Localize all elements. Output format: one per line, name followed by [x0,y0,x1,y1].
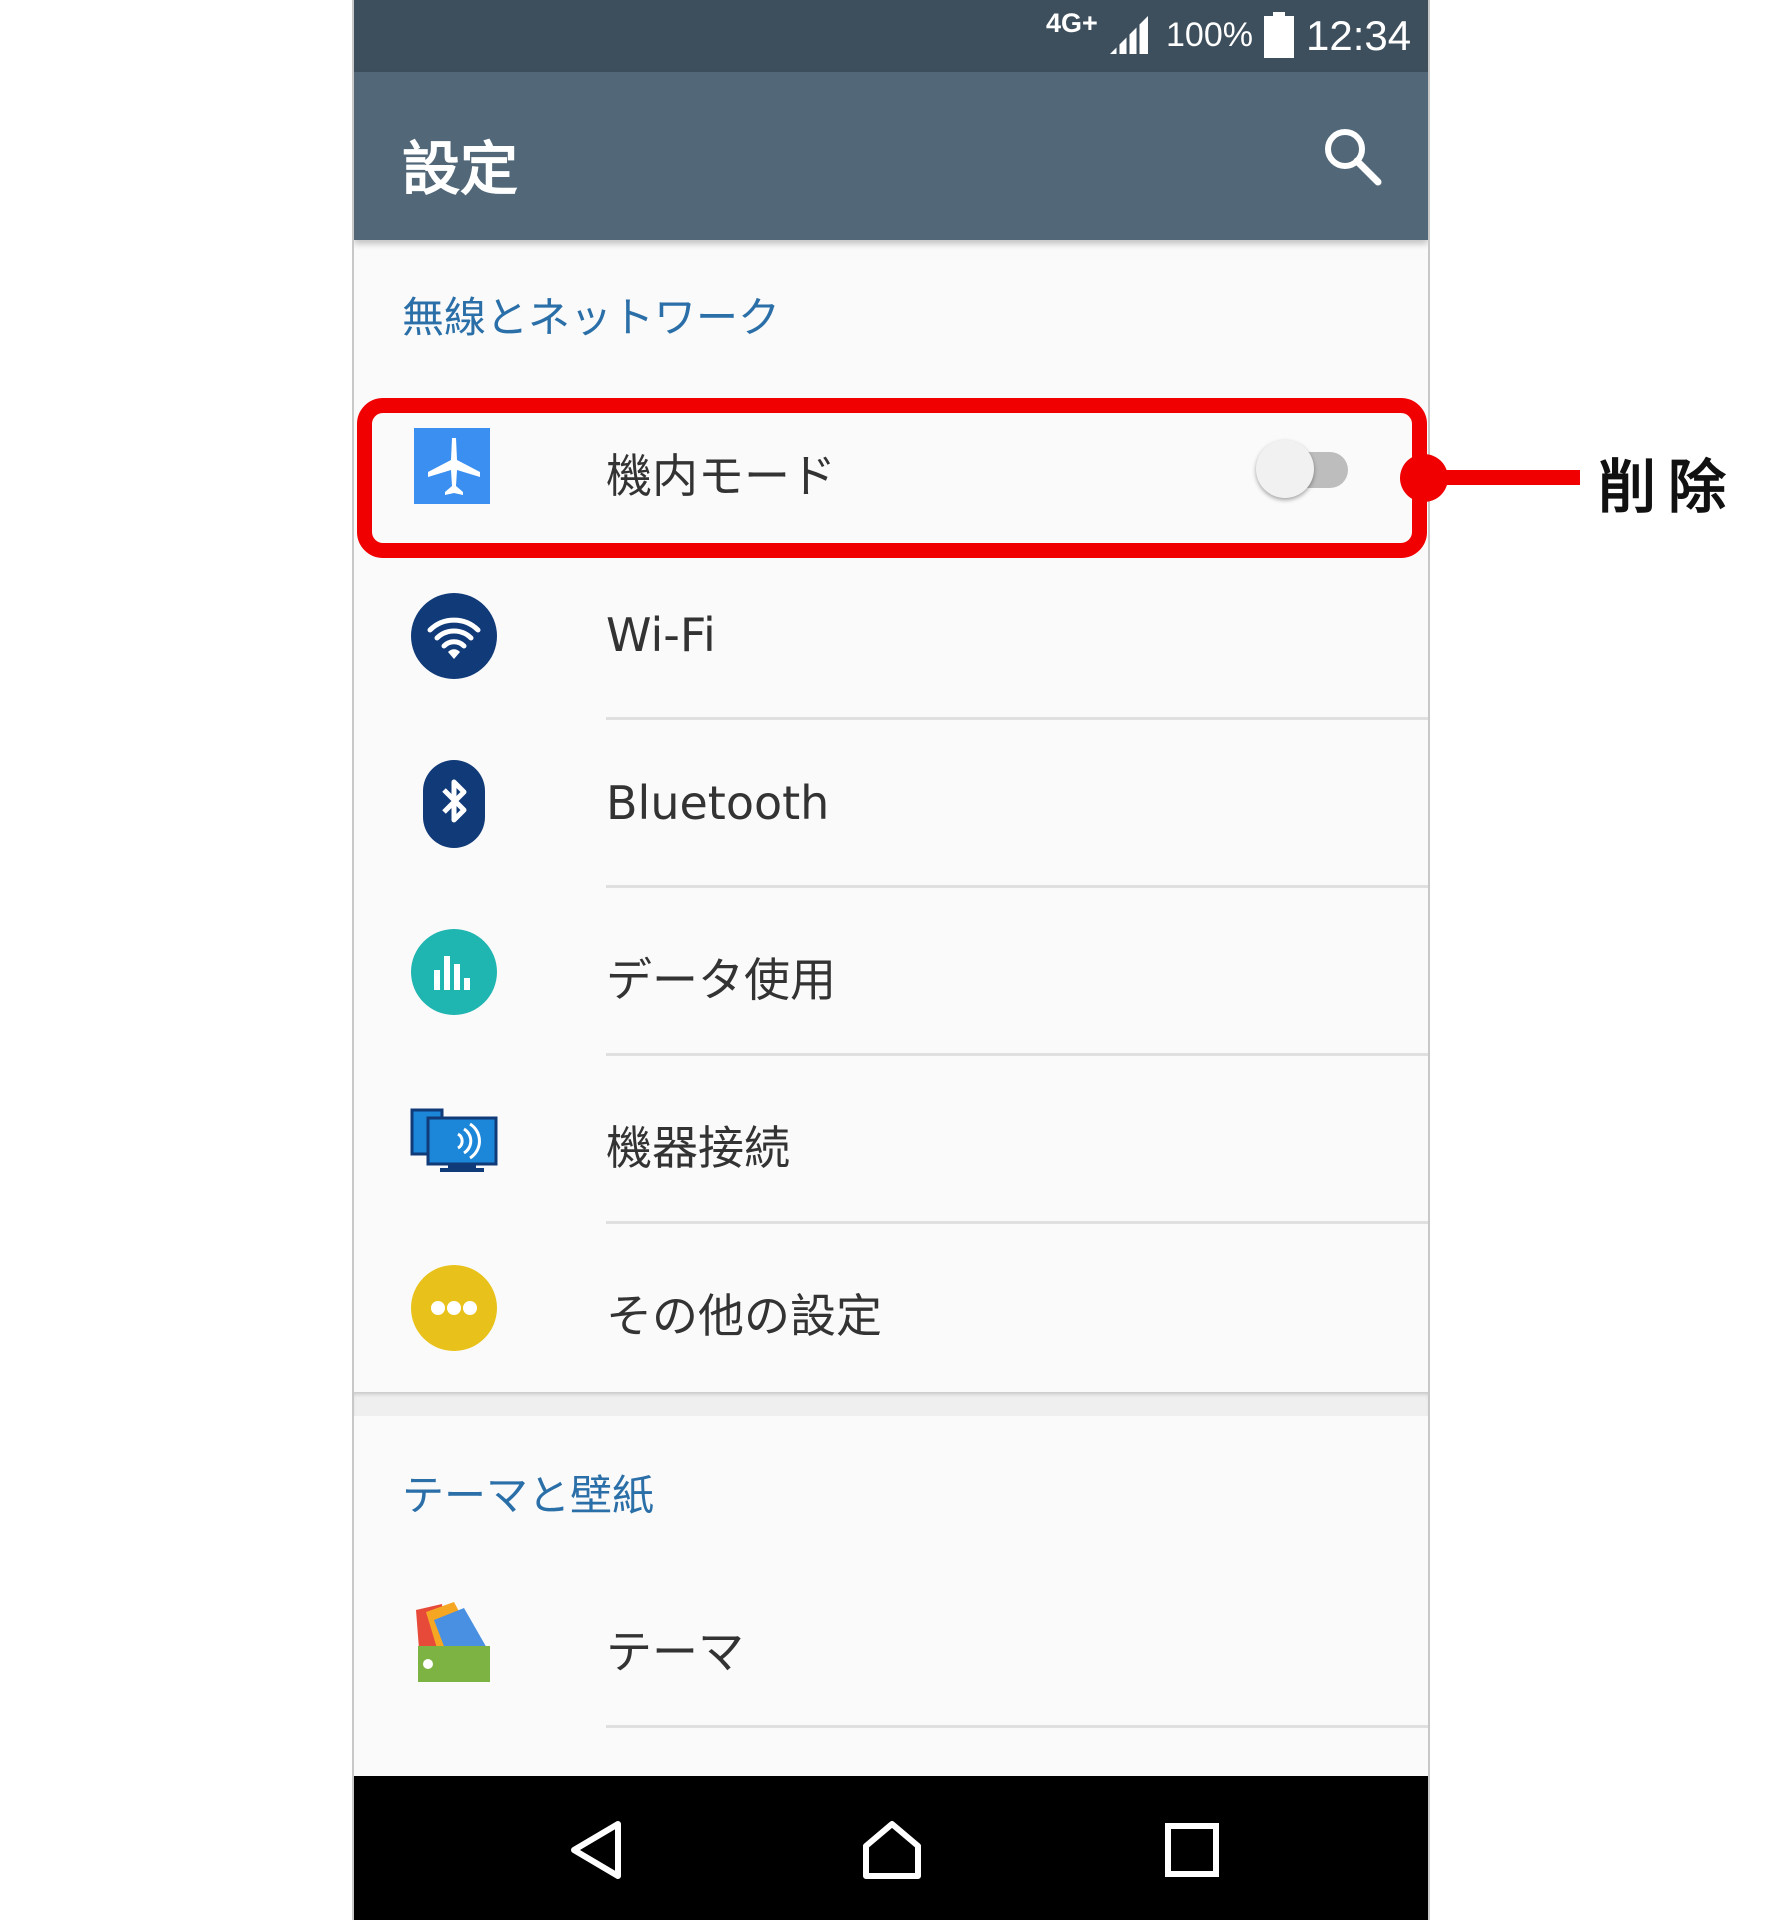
signal-icon [1106,16,1150,58]
settings-item-label: データ使用 [606,953,836,1007]
settings-item-bluetooth[interactable]: Bluetooth [354,720,1428,888]
device-connection-icon [410,1108,498,1172]
annotation-label: 削除 [1598,453,1739,521]
recents-icon[interactable] [1160,1818,1224,1882]
section-header-wireless: 無線とネットワーク [402,293,781,342]
phone-screen: 4G+ 100% 12:34 設定 無線とネットワーク 機内モード Wi-Fi … [352,0,1430,1920]
row-divider [606,1725,1428,1728]
settings-item-wifi[interactable]: Wi-Fi [354,552,1428,720]
wifi-icon [411,593,497,679]
settings-item-label: 機器接続 [606,1121,790,1175]
battery-icon [1264,12,1294,58]
battery-percent: 100% [1166,16,1253,54]
back-icon[interactable] [564,1818,628,1882]
screenshot-stage: 4G+ 100% 12:34 設定 無線とネットワーク 機内モード Wi-Fi … [0,0,1784,1920]
bluetooth-icon [423,760,485,848]
settings-item-label: Wi-Fi [606,608,716,662]
home-icon[interactable] [860,1818,924,1882]
more-icon [411,1265,497,1351]
annotation-highlight-box [357,398,1427,558]
section-separator [354,1392,1428,1416]
search-icon[interactable] [1320,124,1384,188]
navigation-bar [354,1776,1428,1920]
settings-item-device-connection[interactable]: 機器接続 [354,1056,1428,1224]
settings-item-label: Bluetooth [606,776,830,830]
settings-item-theme[interactable]: テーマ [354,1560,1428,1728]
data-usage-icon [411,929,497,1015]
settings-item-label: その他の設定 [606,1289,882,1343]
section-header-theme-wallpaper: テーマと壁紙 [402,1471,655,1520]
theme-icon [416,1602,490,1682]
app-bar: 設定 [354,72,1428,240]
page-title: 設定 [402,135,519,203]
settings-item-data-usage[interactable]: データ使用 [354,888,1428,1056]
status-bar: 4G+ 100% 12:34 [354,0,1428,72]
annotation-callout-dot [1400,454,1448,502]
settings-item-more-settings[interactable]: その他の設定 [354,1224,1428,1392]
clock: 12:34 [1306,12,1412,59]
network-type: 4G+ [1046,8,1098,38]
settings-item-label: テーマ [606,1625,744,1679]
